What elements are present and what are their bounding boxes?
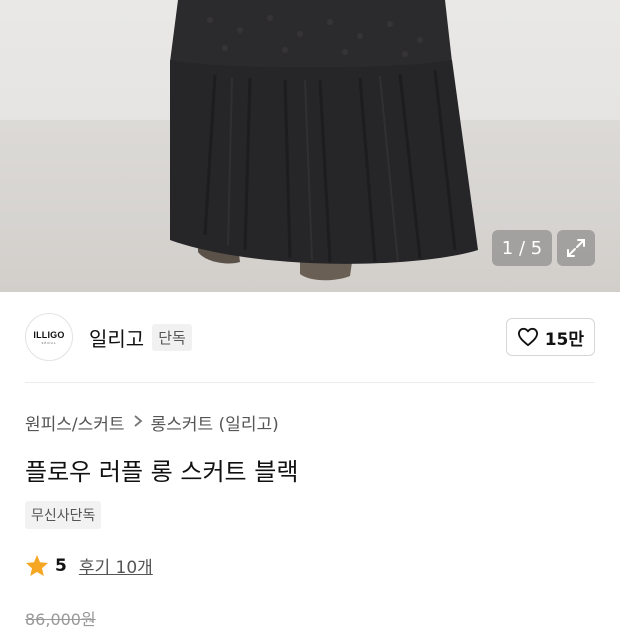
exclusive-badge: 단독 (152, 323, 192, 351)
rating: 5 후기 10개 (25, 553, 153, 578)
rating-score: 5 (55, 555, 67, 576)
expand-icon (567, 239, 585, 257)
breadcrumb-subcategory[interactable]: 롱스커트 (일리고) (151, 410, 279, 435)
product-image[interactable]: 1 / 5 (0, 0, 620, 292)
like-count: 15만 (544, 329, 584, 350)
brand-logo-text: ILLIGO (33, 329, 65, 340)
brand-row: ILLIGO SEOUL 일리고 단독 15만 (25, 312, 595, 362)
like-button[interactable]: 15만 (505, 318, 595, 356)
brand-logo[interactable]: ILLIGO SEOUL (25, 313, 73, 361)
brand-logo-subtext: SEOUL (41, 340, 57, 345)
star-icon (26, 555, 48, 576)
product-title: 플로우 러플 롱 스커트 블랙 (25, 458, 299, 486)
heart-outline-icon (517, 327, 538, 347)
product-tag: 무신사단독 (25, 501, 102, 529)
original-price: 86,000원 (25, 610, 96, 629)
breadcrumb: 원피스/스커트 롱스커트 (일리고) (25, 410, 279, 435)
chevron-right-icon (133, 413, 143, 433)
divider (25, 382, 595, 383)
breadcrumb-category[interactable]: 원피스/스커트 (25, 410, 125, 435)
brand-name[interactable]: 일리고 (89, 323, 144, 352)
review-link[interactable]: 후기 10개 (79, 553, 153, 578)
image-counter: 1 / 5 (492, 230, 552, 266)
expand-button[interactable] (557, 230, 595, 266)
